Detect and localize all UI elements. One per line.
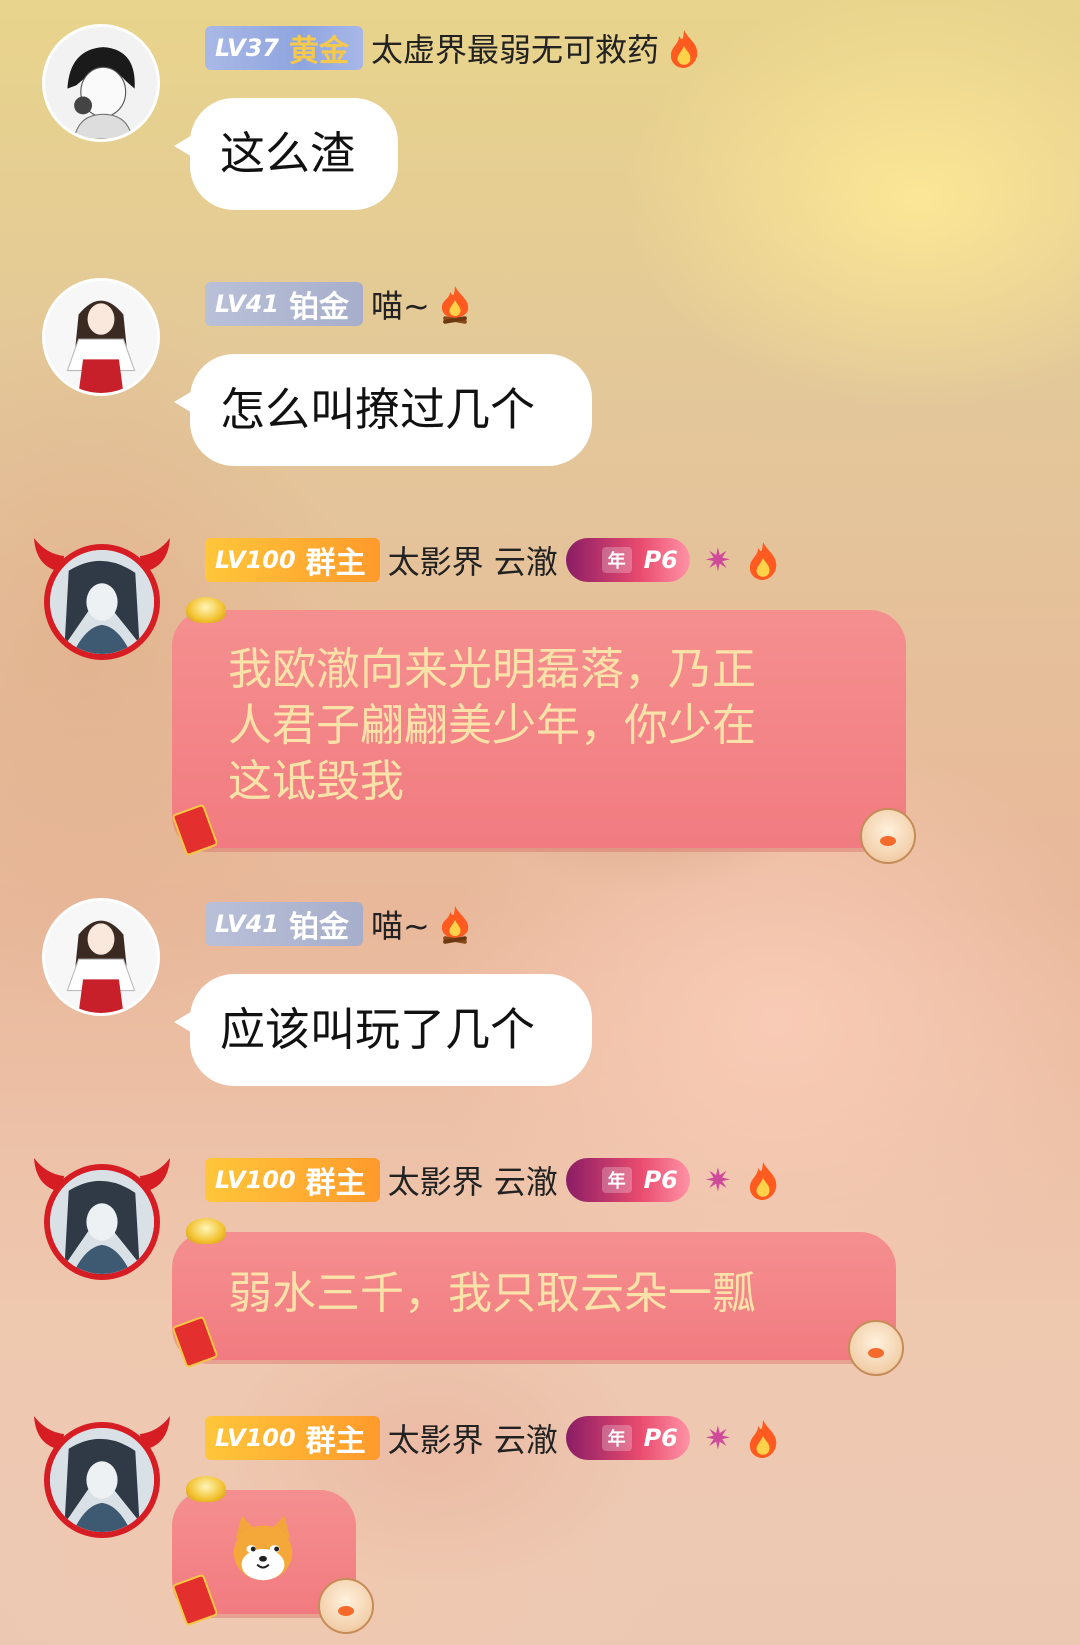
ox-mascot-icon xyxy=(318,1578,374,1634)
message-text: 怎么叫撩过几个 xyxy=(220,383,536,436)
anniversary-tag-year: 年 xyxy=(601,547,632,573)
message-text-line: 人君子翩翩美少年，你少在 xyxy=(228,700,756,751)
level-badge: LV100 群主 xyxy=(205,1416,380,1460)
level-badge: LV41 铂金 xyxy=(205,282,363,326)
gold-ingot-icon xyxy=(186,597,226,623)
message-text: 应该叫玩了几个 xyxy=(220,1003,536,1056)
level-badge: LV100 群主 xyxy=(205,538,380,582)
avatar[interactable] xyxy=(42,24,160,142)
avatar-swordsman-icon xyxy=(50,550,154,654)
avatar[interactable] xyxy=(42,278,160,396)
sender-row: LV41 铂金 喵~ xyxy=(205,280,472,328)
anniversary-tag: 年 P6 xyxy=(565,538,690,582)
sender-row: LV41 铂金 喵~ xyxy=(205,900,472,948)
anniversary-tag: 年 P6 xyxy=(565,1158,690,1202)
badge-title: 群主 xyxy=(305,1424,366,1459)
message-bubble[interactable]: 应该叫玩了几个 xyxy=(174,974,592,1086)
fire-icon xyxy=(749,1420,777,1458)
sender-row: LV37 黄金 太虚界最弱无可救药 xyxy=(205,24,701,72)
badge-title: 铂金 xyxy=(288,290,349,325)
avatar-shrine-maiden-icon xyxy=(45,281,157,393)
sender-row: LV100 群主 太影界 云澈 年 P6 ✷ xyxy=(205,1414,780,1462)
sender-nickname[interactable]: 太影界 云澈 xyxy=(388,537,558,583)
avatar[interactable] xyxy=(32,1152,172,1292)
badge-level: LV41 xyxy=(215,910,279,938)
level-badge: LV41 铂金 xyxy=(205,902,363,946)
avatar[interactable] xyxy=(32,1410,172,1550)
campfire-icon xyxy=(441,906,469,944)
badge-title: 群主 xyxy=(305,1166,366,1201)
avatar-swordsman-icon xyxy=(50,1428,154,1532)
message-text-line: 我欧澈向来光明磊落，乃正 xyxy=(228,644,756,695)
sender-nickname[interactable]: 太影界 云澈 xyxy=(388,1157,558,1203)
avatar-boy-icon xyxy=(45,27,157,139)
fire-icon xyxy=(749,1162,777,1200)
avatar-swordsman-icon xyxy=(50,1170,154,1274)
badge-title: 黄金 xyxy=(288,34,349,69)
sender-nickname[interactable]: 喵~ xyxy=(371,901,430,947)
sparkle-badge-icon: ✷ xyxy=(704,1419,732,1457)
message-text: 这么渣 xyxy=(220,127,356,180)
avatar[interactable] xyxy=(42,898,160,1016)
message-bubble[interactable]: 我欧澈向来光明磊落，乃正 人君子翩翩美少年，你少在 这诋毁我 xyxy=(172,610,906,848)
gold-ingot-icon xyxy=(186,1218,226,1244)
message-text-line: 这诋毁我 xyxy=(228,756,404,807)
badge-title: 铂金 xyxy=(288,910,349,945)
avatar[interactable] xyxy=(32,532,172,672)
anniversary-tag-year: 年 xyxy=(601,1167,632,1193)
badge-level: LV41 xyxy=(215,290,279,318)
fire-icon xyxy=(749,542,777,580)
level-badge: LV100 群主 xyxy=(205,1158,380,1202)
sparkle-badge-icon: ✷ xyxy=(704,1161,732,1199)
gold-ingot-icon xyxy=(186,1476,226,1502)
message-text: 弱水三千，我只取云朵一瓢 xyxy=(228,1268,756,1319)
anniversary-tag-level: P6 xyxy=(643,546,678,574)
shiba-dog-emoji-icon xyxy=(233,1515,293,1581)
badge-title: 群主 xyxy=(305,546,366,581)
sender-nickname[interactable]: 太影界 云澈 xyxy=(388,1415,558,1461)
level-badge: LV37 黄金 xyxy=(205,26,363,70)
badge-level: LV100 xyxy=(215,1424,296,1452)
ox-mascot-icon xyxy=(848,1320,904,1376)
message-bubble[interactable]: 这么渣 xyxy=(174,98,398,210)
anniversary-tag-level: P6 xyxy=(643,1166,678,1194)
sender-nickname[interactable]: 喵~ xyxy=(371,281,430,327)
message-bubble[interactable]: 弱水三千，我只取云朵一瓢 xyxy=(172,1232,896,1360)
avatar-shrine-maiden-icon xyxy=(45,901,157,1013)
badge-level: LV37 xyxy=(215,34,279,62)
anniversary-tag: 年 P6 xyxy=(565,1416,690,1460)
sender-nickname[interactable]: 太虚界最弱无可救药 xyxy=(371,25,659,71)
badge-level: LV100 xyxy=(215,546,296,574)
badge-level: LV100 xyxy=(215,1166,296,1194)
sparkle-badge-icon: ✷ xyxy=(704,541,732,579)
sender-row: LV100 群主 太影界 云澈 年 P6 ✷ xyxy=(205,1156,780,1204)
message-bubble[interactable]: 怎么叫撩过几个 xyxy=(174,354,592,466)
campfire-icon xyxy=(441,286,469,324)
anniversary-tag-year: 年 xyxy=(601,1425,632,1451)
sender-row: LV100 群主 太影界 云澈 年 P6 ✷ xyxy=(205,536,780,584)
fire-icon xyxy=(670,30,698,68)
ox-mascot-icon xyxy=(860,808,916,864)
anniversary-tag-level: P6 xyxy=(643,1424,678,1452)
